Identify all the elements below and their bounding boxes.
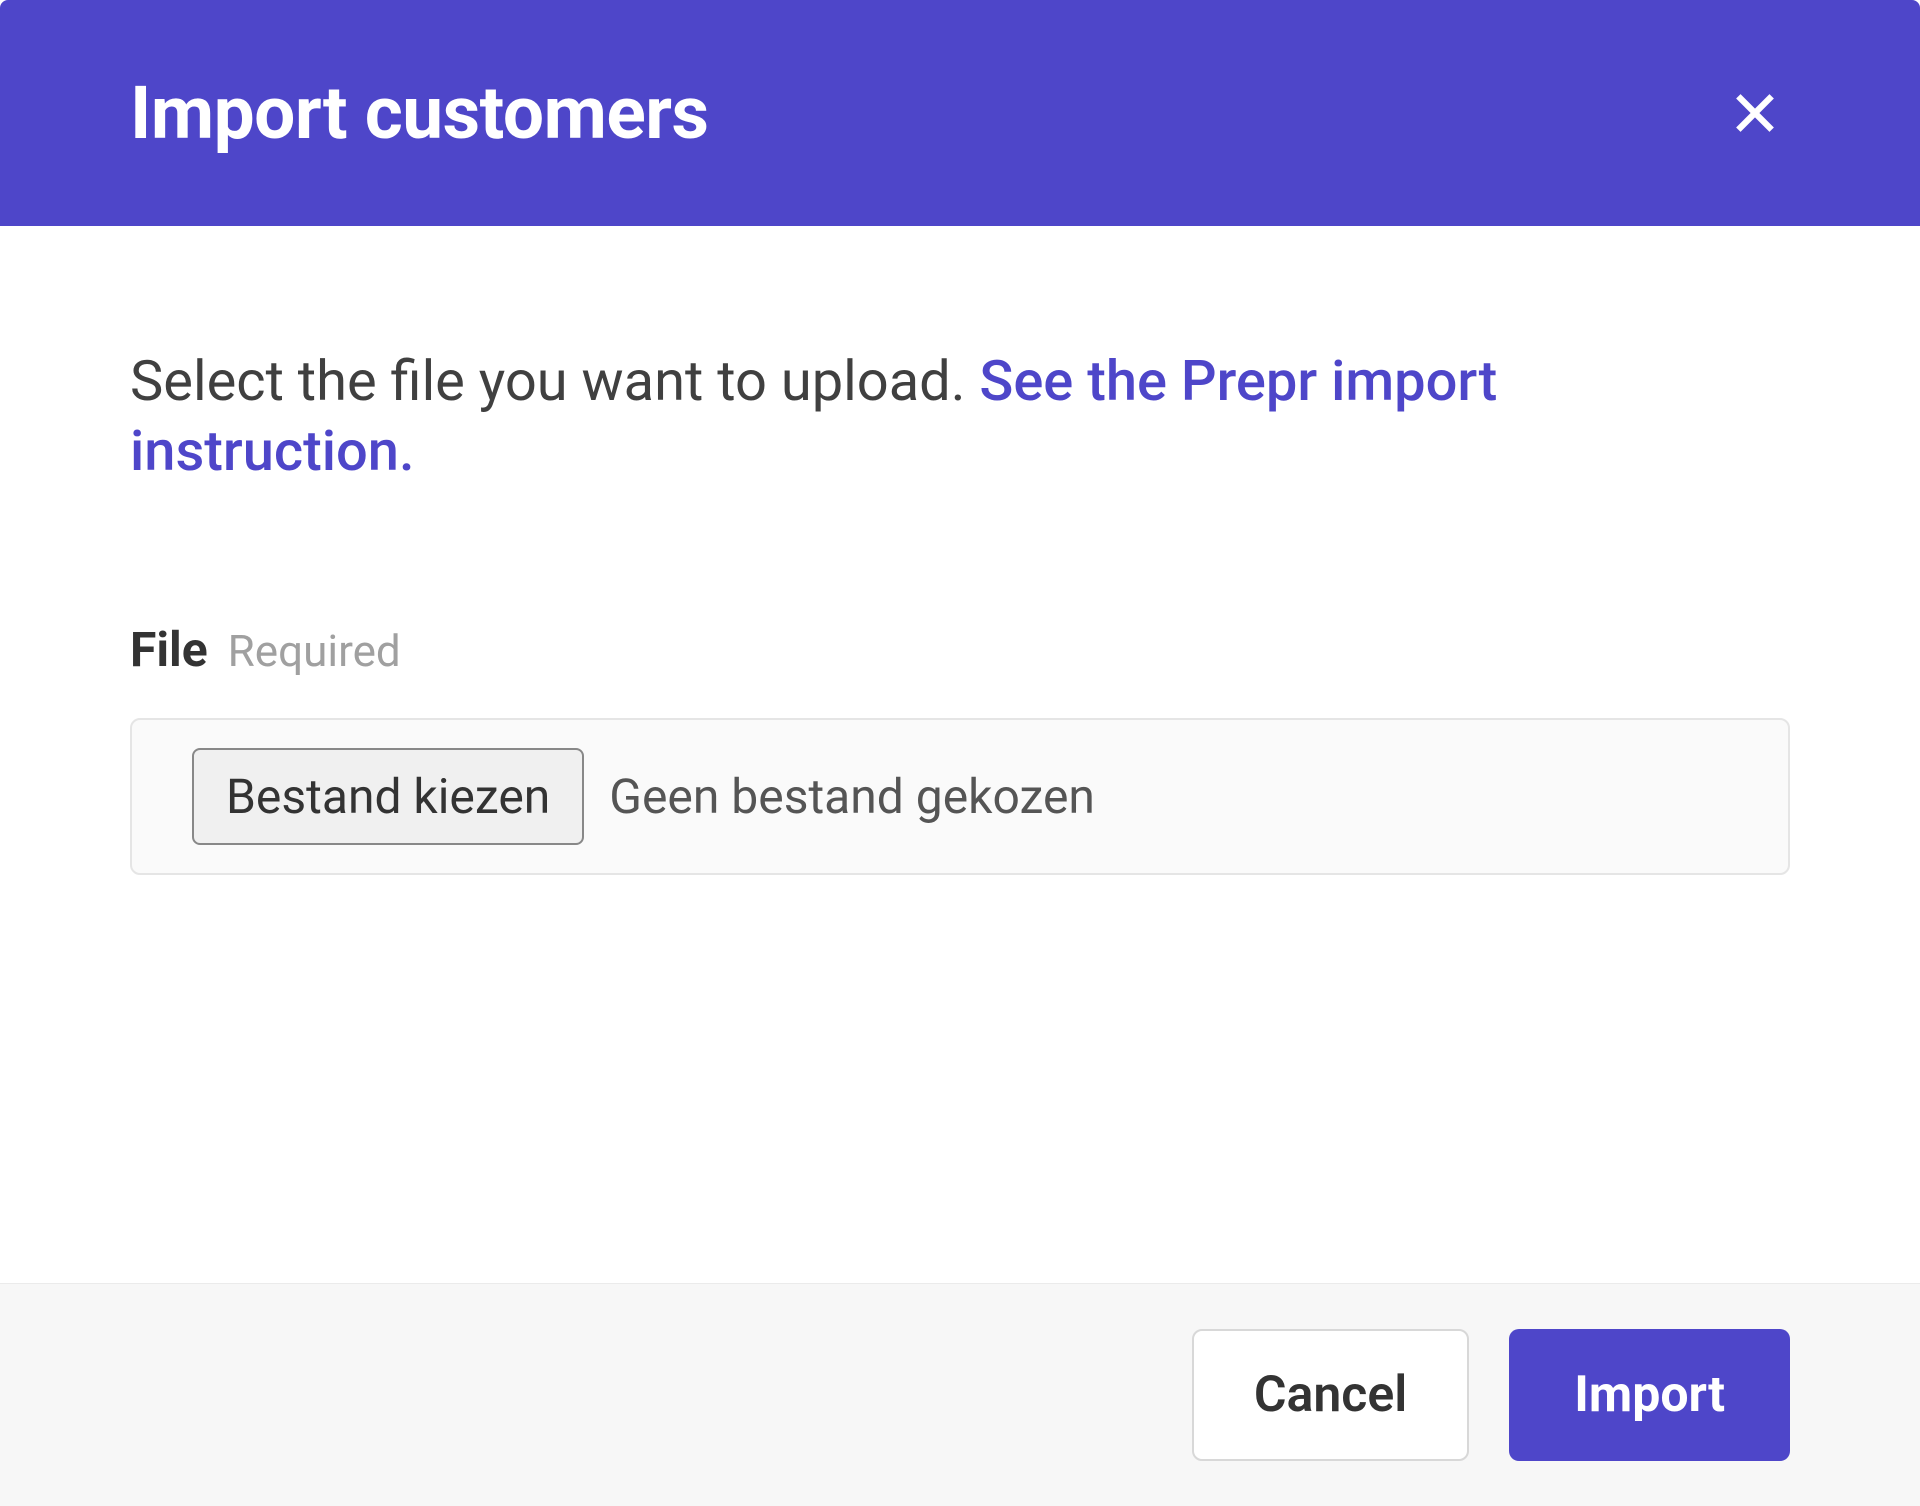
file-section: File Required Bestand kiezen Geen bestan… xyxy=(130,621,1790,875)
import-customers-modal: Import customers Select the file you wan… xyxy=(0,0,1920,1506)
close-button[interactable] xyxy=(1720,78,1790,148)
close-icon xyxy=(1730,88,1780,138)
instruction-text-static: Select the file you want to upload. xyxy=(130,348,979,414)
modal-footer: Cancel Import xyxy=(0,1283,1920,1506)
cancel-button[interactable]: Cancel xyxy=(1192,1329,1469,1461)
file-input-container[interactable]: Bestand kiezen Geen bestand gekozen xyxy=(130,718,1790,875)
file-label: File xyxy=(130,621,208,678)
import-button[interactable]: Import xyxy=(1509,1329,1790,1461)
file-label-row: File Required xyxy=(130,621,1790,678)
instruction-text: Select the file you want to upload. See … xyxy=(130,346,1790,486)
file-choose-button[interactable]: Bestand kiezen xyxy=(192,748,584,845)
file-status-text: Geen bestand gekozen xyxy=(609,768,1095,825)
required-label: Required xyxy=(228,625,401,677)
modal-header: Import customers xyxy=(0,0,1920,226)
modal-title: Import customers xyxy=(130,70,708,156)
modal-body: Select the file you want to upload. See … xyxy=(0,226,1920,1283)
